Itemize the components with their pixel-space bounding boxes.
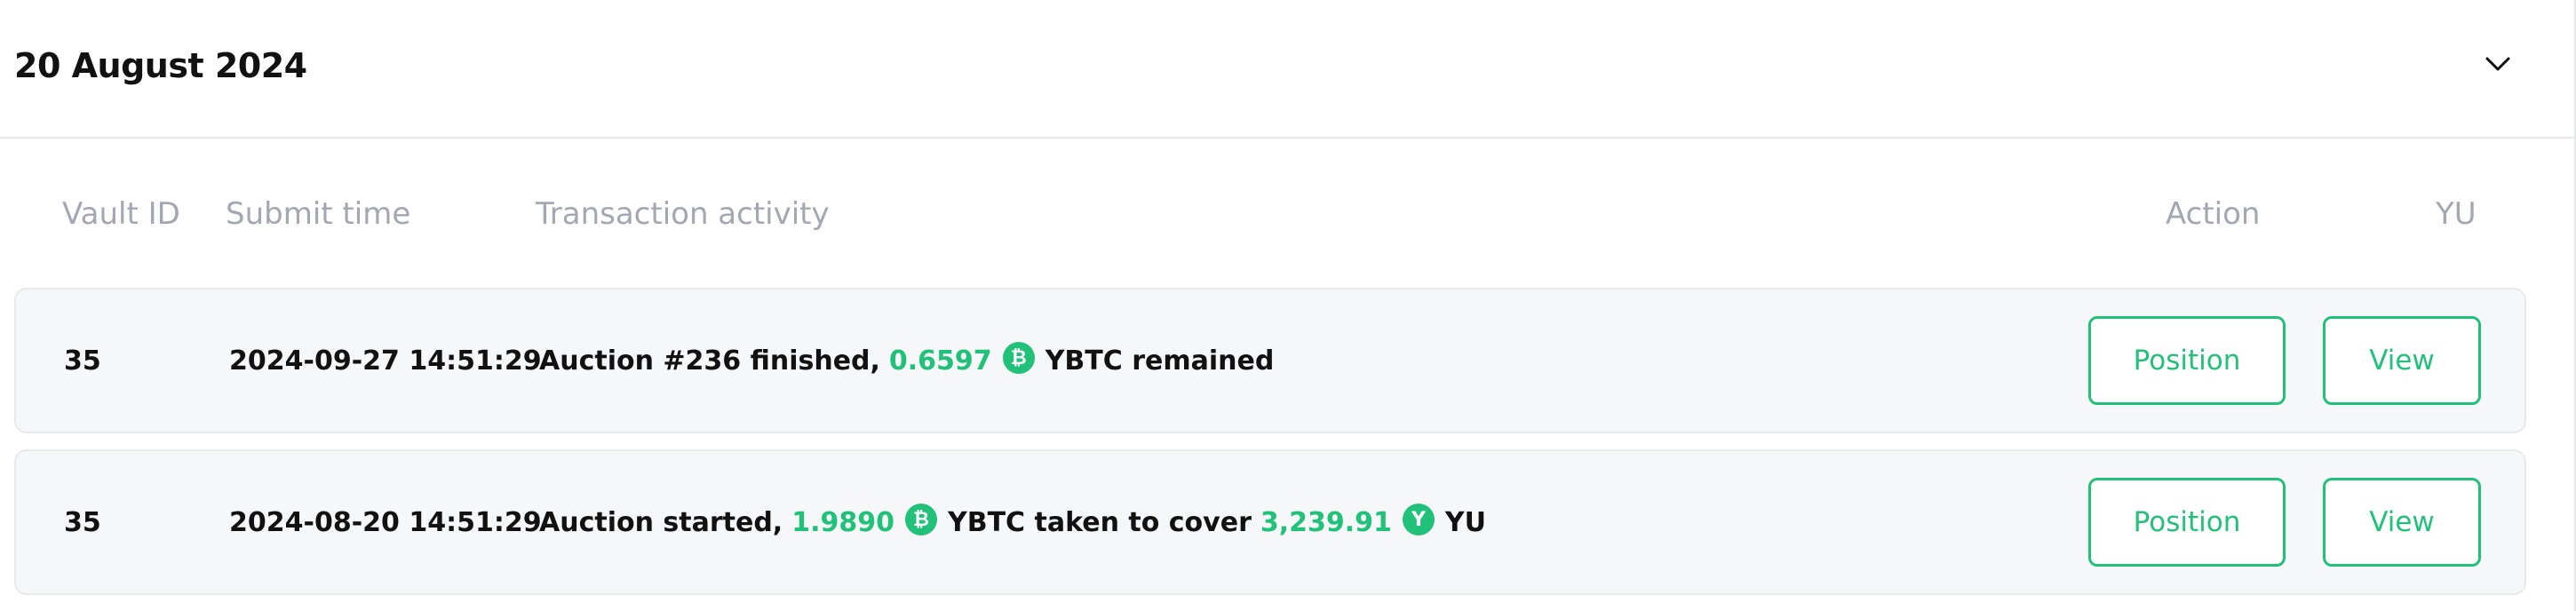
column-header-submit-time: Submit time xyxy=(226,196,411,232)
table-row: 35 2024-08-20 14:51:29 Auction started, … xyxy=(14,449,2526,595)
bitcoin-icon: ₿ xyxy=(904,504,937,536)
date-group-title: 20 August 2024 xyxy=(14,46,307,85)
column-header-vault-id: Vault ID xyxy=(62,196,180,232)
chevron-down-icon[interactable] xyxy=(2480,46,2516,82)
activity-suffix: YU xyxy=(1444,506,1487,538)
position-button[interactable]: Position xyxy=(2088,478,2286,567)
activity-amount: 0.6597 xyxy=(888,345,992,377)
view-button[interactable]: View xyxy=(2323,478,2481,567)
transaction-activity-cell: Auction #236 finished, 0.6597 ₿ YBTC rem… xyxy=(539,290,1274,432)
activity-amount: 1.9890 xyxy=(791,506,894,538)
date-group-header[interactable]: 20 August 2024 xyxy=(0,0,2574,139)
activity-amount-2: 3,239.91 xyxy=(1260,506,1392,538)
activity-text: YBTC taken to cover xyxy=(947,506,1252,538)
table-row: 35 2024-09-27 14:51:29 Auction #236 fini… xyxy=(14,288,2526,433)
column-header-yu: YU xyxy=(2436,196,2477,232)
submit-time-cell: 2024-09-27 14:51:29 xyxy=(229,345,542,377)
yu-coin-icon: Y xyxy=(1402,504,1435,536)
position-button[interactable]: Position xyxy=(2088,316,2286,405)
view-button[interactable]: View xyxy=(2323,316,2481,405)
column-header-transaction-activity: Transaction activity xyxy=(536,196,830,232)
vault-id-cell: 35 xyxy=(64,506,101,538)
bitcoin-icon: ₿ xyxy=(1002,342,1035,374)
submit-time-cell: 2024-08-20 14:51:29 xyxy=(229,506,542,538)
activity-text: YBTC remained xyxy=(1045,345,1275,377)
transaction-activity-cell: Auction started, 1.9890 ₿ YBTC taken to … xyxy=(539,451,1486,593)
activity-prefix: Auction #236 finished, xyxy=(539,345,880,377)
column-header-action: Action xyxy=(2166,196,2261,232)
vault-id-cell: 35 xyxy=(64,345,101,377)
transaction-history-panel: 20 August 2024 Vault ID Submit time Tran… xyxy=(0,0,2576,611)
activity-prefix: Auction started, xyxy=(539,506,783,538)
